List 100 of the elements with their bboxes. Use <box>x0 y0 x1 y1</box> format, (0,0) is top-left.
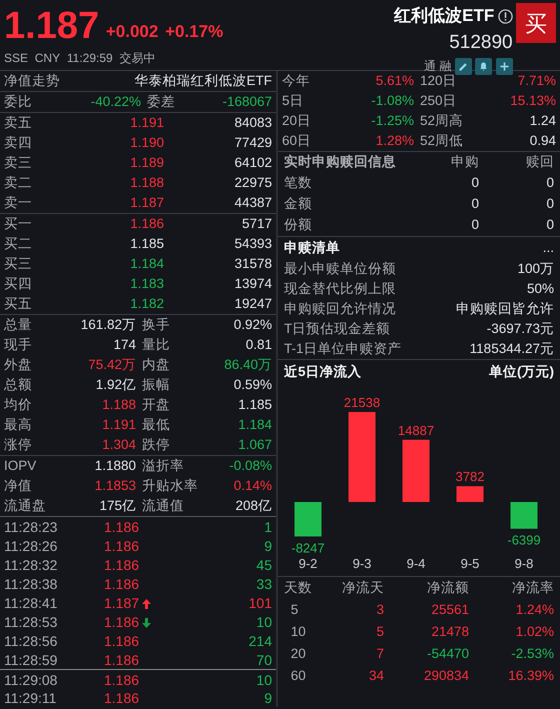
order-volume: 19247 <box>233 295 272 313</box>
level-label: 买一 <box>4 215 33 233</box>
field-value: 1.1880 <box>94 457 136 475</box>
field-label: 52周高 <box>419 112 464 130</box>
axis-label: 9-3 <box>352 556 372 571</box>
order-price: 1.187 <box>129 194 164 212</box>
order-volume: 31578 <box>233 255 272 273</box>
table-cell-text: 10 <box>290 622 307 641</box>
field-label: 流通盘 <box>4 497 47 515</box>
column-header: 赎回 <box>525 153 554 172</box>
field-label: 跌停 <box>141 436 171 454</box>
last-price: 1.187 <box>4 6 100 45</box>
field-value: 0.59% <box>232 376 272 394</box>
level-label: 买三 <box>4 255 33 273</box>
order-volume: 5717 <box>240 215 272 233</box>
trade-volume: 33 <box>255 575 272 594</box>
field-label: 20日 <box>282 112 312 130</box>
field-value: 1.185 <box>237 396 272 414</box>
table-cell-text: 3 <box>375 600 384 619</box>
order-price: 1.189 <box>129 154 164 172</box>
field-label: 净值 <box>4 477 33 495</box>
table-cell-text: 7 <box>375 644 384 663</box>
column-header: 净流率 <box>511 578 554 597</box>
trade-volume: 1 <box>263 518 272 537</box>
trade-time: 11:29:11 <box>4 689 58 708</box>
field-value: 0.81 <box>244 336 272 354</box>
field-value: -1.25% <box>370 112 414 130</box>
trade-time: 11:28:23 <box>4 518 58 537</box>
column-header: 净流天 <box>341 578 384 597</box>
field-value: 100万 <box>517 260 554 278</box>
more-link[interactable]: ... <box>542 238 554 258</box>
info-icon[interactable] <box>498 8 513 24</box>
table-cell-text: 21478 <box>430 622 469 641</box>
trade-price: 1.186 <box>104 575 140 594</box>
field-value: 161.82万 <box>80 316 136 334</box>
notification-button[interactable] <box>475 58 492 75</box>
data-label: 14887 <box>398 422 434 438</box>
order-price: 1.186 <box>129 215 164 233</box>
trade-price: 1.186 <box>104 518 140 537</box>
field-label: 内盘 <box>141 356 171 374</box>
trade-time: 11:28:59 <box>4 651 58 670</box>
fund-name: 红利低波ETF <box>394 5 494 28</box>
order-price: 1.185 <box>129 235 164 253</box>
data-label: 21538 <box>344 395 380 410</box>
field-label: 换手 <box>141 316 171 334</box>
field-value: 50% <box>526 280 554 298</box>
bar <box>402 440 430 502</box>
field-value: 1.184 <box>237 416 272 434</box>
trade-time: 11:28:53 <box>4 613 58 632</box>
trade-price: 1.186 <box>104 556 140 575</box>
level-label: 卖一 <box>4 194 33 212</box>
field-label: 5日 <box>282 92 305 110</box>
edit-button[interactable] <box>454 58 472 75</box>
column-header: 天数 <box>284 578 313 597</box>
table-cell-text: 1.02% <box>514 622 554 641</box>
exchange-label: SSE <box>4 50 28 67</box>
fund-full-name: 华泰柏瑞红利低波ETF <box>134 72 272 90</box>
order-price: 1.190 <box>129 134 164 152</box>
field-label: T日预估现金差额 <box>284 320 390 338</box>
bar <box>456 486 484 502</box>
field-value: 1.191 <box>101 416 136 434</box>
field-value: 7.71% <box>516 72 556 90</box>
field-value: 1.067 <box>237 436 272 454</box>
fund-code: 512890 <box>449 30 513 55</box>
axis-label: 9-8 <box>514 556 534 571</box>
buy-button[interactable]: 买 <box>516 3 556 44</box>
field-label: 60日 <box>282 132 312 150</box>
add-button[interactable] <box>496 58 513 75</box>
data-label: 3782 <box>456 469 484 484</box>
field-value: -40.22% <box>90 93 141 111</box>
table-cell-text: -54470 <box>426 644 469 663</box>
trade-price: 1.186 <box>104 651 140 670</box>
field-value: 1.304 <box>101 436 136 454</box>
field-label: 最高 <box>4 416 33 434</box>
level-label: 买二 <box>4 235 33 253</box>
field-value: 1.1853 <box>94 477 136 495</box>
chart-title: 近5日净流入 <box>284 362 362 381</box>
field-value: 208亿 <box>234 497 272 515</box>
level-label: 卖二 <box>4 174 33 192</box>
field-value: 0.92% <box>232 316 272 334</box>
field-value: 1.24 <box>528 112 556 130</box>
field-label: 申购赎回允许情况 <box>284 300 396 318</box>
field-value: 0 <box>470 195 479 214</box>
trade-time: 11:28:26 <box>4 537 58 556</box>
order-price: 1.183 <box>129 275 164 293</box>
data-label: -8247 <box>291 540 325 556</box>
table-cell-text: 25561 <box>430 600 469 619</box>
trade-price: 1.186 <box>104 671 140 690</box>
field-value: 0.14% <box>232 477 272 495</box>
field-label: 现手 <box>4 336 33 354</box>
field-label: 份额 <box>284 216 313 234</box>
field-value: 174 <box>112 336 136 354</box>
order-price: 1.182 <box>129 295 164 313</box>
field-label: 现金替代比例上限 <box>284 280 396 298</box>
trade-time: 11:28:32 <box>4 556 58 575</box>
field-value: -3697.73元 <box>486 320 554 338</box>
order-volume: 84083 <box>233 114 272 132</box>
field-value: 0 <box>545 195 554 214</box>
table-cell-text: 34 <box>368 666 384 685</box>
table-cell-text: 16.39% <box>507 666 554 685</box>
